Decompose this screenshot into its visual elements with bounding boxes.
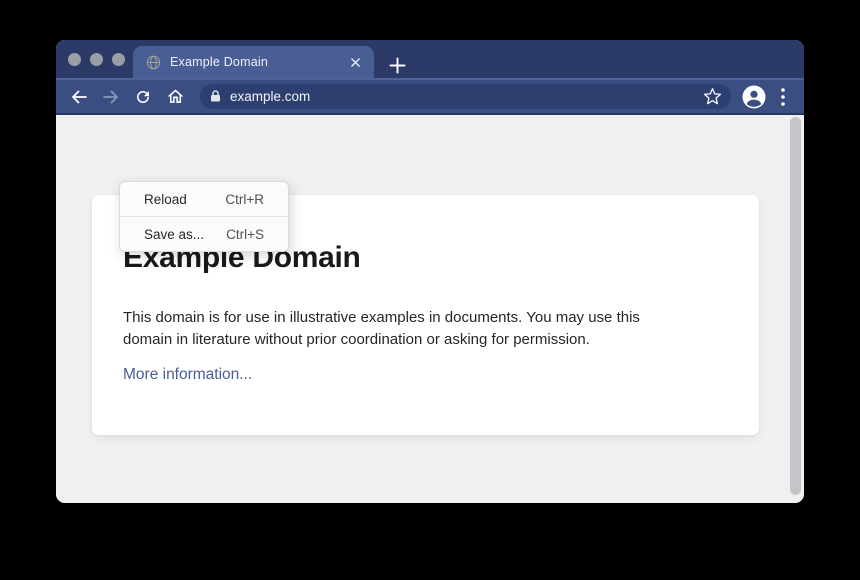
forward-button[interactable] [96, 82, 126, 112]
context-menu-item-save-as[interactable]: Save as... Ctrl+S [120, 217, 288, 251]
plus-icon [389, 57, 406, 74]
window-controls [68, 53, 125, 66]
context-menu-item-reload[interactable]: Reload Ctrl+R [120, 182, 288, 216]
close-window-button[interactable] [68, 53, 81, 66]
browser-tab[interactable]: Example Domain [133, 46, 374, 78]
browser-menu-button[interactable] [776, 84, 790, 110]
page-content: Reload Ctrl+R Save as... Ctrl+S Example … [56, 115, 804, 503]
tab-close-icon[interactable] [346, 53, 364, 71]
arrow-left-icon [69, 87, 89, 107]
menu-item-label: Save as... [144, 227, 204, 242]
tab-title: Example Domain [170, 55, 268, 69]
title-bar: Example Domain [56, 40, 804, 78]
page-paragraph: This domain is for use in illustrative e… [123, 307, 729, 350]
three-dots-vertical-icon [781, 88, 785, 106]
minimize-window-button[interactable] [90, 53, 103, 66]
menu-item-shortcut: Ctrl+R [225, 192, 264, 207]
padlock-icon[interactable] [210, 90, 221, 103]
person-circle-icon [741, 84, 767, 110]
browser-toolbar: example.com [56, 78, 804, 115]
paragraph-line: This domain is for use in illustrative e… [123, 307, 729, 329]
back-button[interactable] [64, 82, 94, 112]
browser-window: Example Domain [56, 40, 804, 503]
home-icon [166, 87, 185, 106]
vertical-scrollbar-thumb[interactable] [790, 117, 801, 495]
refresh-icon [134, 88, 152, 106]
maximize-window-button[interactable] [112, 53, 125, 66]
more-information-link[interactable]: More information... [123, 366, 252, 384]
reload-button[interactable] [128, 82, 158, 112]
url-text: example.com [230, 89, 310, 104]
menu-item-shortcut: Ctrl+S [226, 227, 264, 242]
context-menu: Reload Ctrl+R Save as... Ctrl+S [119, 181, 289, 252]
favicon-globe-icon [146, 55, 161, 70]
arrow-right-icon [101, 87, 121, 107]
address-bar[interactable]: example.com [200, 84, 731, 109]
home-button[interactable] [160, 82, 190, 112]
profile-avatar-button[interactable] [741, 84, 767, 110]
new-tab-button[interactable] [386, 54, 408, 76]
menu-item-label: Reload [144, 192, 187, 207]
paragraph-line: domain in literature without prior coord… [123, 329, 729, 351]
bookmark-star-icon[interactable] [701, 86, 723, 108]
